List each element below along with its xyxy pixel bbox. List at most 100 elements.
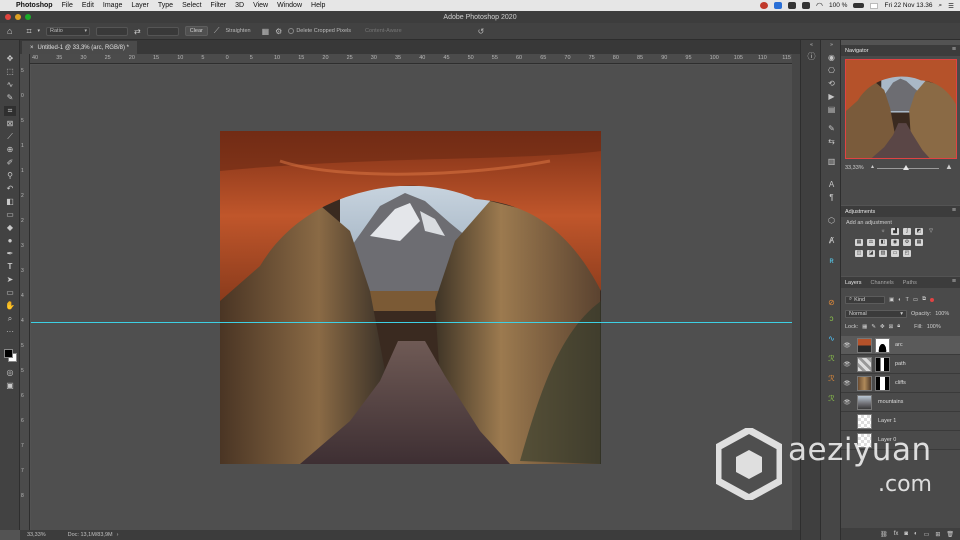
- filter-smart-object-icon[interactable]: ⧉: [922, 296, 926, 303]
- eyedropper-tool-icon[interactable]: ⟋: [4, 132, 16, 142]
- horizontal-ruler[interactable]: 40 35 30 25 20 15 10 5 0 5 10 15 20 25 30 35 40 45 50 55 60 6…: [30, 54, 800, 64]
- style-icon-3[interactable]: ∿: [826, 334, 837, 343]
- layer-name[interactable]: path: [895, 361, 906, 367]
- invert-icon[interactable]: ◫: [855, 250, 863, 257]
- gradient-tool-icon[interactable]: ▭: [4, 210, 16, 220]
- layer-mask-thumbnail[interactable]: [875, 375, 890, 391]
- frame-tool-icon[interactable]: ⊠: [4, 119, 16, 129]
- clone-source-icon[interactable]: ⇆: [826, 137, 837, 146]
- overlay-grid-icon[interactable]: ▦: [262, 27, 270, 36]
- style-icon-2[interactable]: ↄ: [826, 314, 837, 323]
- crop-height-input[interactable]: [146, 26, 179, 36]
- layer-thumbnail[interactable]: [857, 375, 872, 391]
- control-center-icon[interactable]: ☰: [948, 2, 954, 10]
- channel-mixer-icon[interactable]: ⚙: [903, 239, 911, 246]
- menu-3d[interactable]: 3D: [235, 2, 244, 9]
- visibility-eye-icon[interactable]: 👁︎: [841, 361, 853, 368]
- creative-cloud-icon[interactable]: [760, 2, 769, 9]
- layer-thumbnail[interactable]: [857, 394, 872, 410]
- levels-icon[interactable]: ▟: [891, 228, 899, 235]
- layer-thumbnail[interactable]: [857, 413, 872, 429]
- exposure-icon[interactable]: ◩: [915, 228, 923, 235]
- close-window-button[interactable]: [5, 14, 11, 20]
- navigator-preview[interactable]: [845, 59, 957, 159]
- straighten-label[interactable]: Straighten: [226, 28, 251, 34]
- layer-row-arc[interactable]: 👁︎ arc: [841, 336, 960, 355]
- eraser-tool-icon[interactable]: ◧: [4, 197, 16, 207]
- healing-brush-tool-icon[interactable]: ⊕: [4, 145, 16, 155]
- delete-cropped-checkbox[interactable]: [288, 28, 295, 34]
- layers-panel-header[interactable]: Layers Channels Paths ≡: [841, 277, 960, 288]
- crop-tool-icon[interactable]: ⌗: [4, 106, 16, 116]
- new-layer-icon[interactable]: ⊞: [935, 531, 940, 538]
- content-aware-label[interactable]: Content-Aware: [365, 28, 402, 34]
- layer-name[interactable]: cliffs: [895, 380, 906, 386]
- zoom-in-icon[interactable]: ▲: [945, 162, 953, 171]
- gradient-map-icon[interactable]: ▭: [891, 250, 899, 257]
- layer-mask-thumbnail[interactable]: [875, 356, 890, 372]
- screen-icon[interactable]: [802, 2, 811, 9]
- straighten-icon[interactable]: ⟋: [214, 26, 220, 36]
- lock-position-icon[interactable]: ✥: [880, 324, 885, 330]
- navigator-zoom-slider-handle[interactable]: [903, 165, 909, 170]
- fx-icon[interactable]: fx: [894, 531, 899, 537]
- filter-adjustment-icon[interactable]: ◐: [898, 297, 901, 303]
- layer-name[interactable]: Layer 1: [878, 418, 896, 424]
- dropbox-icon[interactable]: [774, 2, 783, 9]
- vertical-ruler[interactable]: 5 0 5 1 1 2 2 3 3 4 4 5 5 6 6 7 7 8: [20, 54, 30, 530]
- libraries-icon[interactable]: ▤: [826, 105, 837, 114]
- menu-select[interactable]: Select: [182, 2, 201, 9]
- style-icon-1[interactable]: ⊘: [826, 298, 837, 307]
- lock-transparency-icon[interactable]: ▦: [862, 324, 867, 330]
- menu-filter[interactable]: Filter: [211, 2, 227, 9]
- trash-icon[interactable]: 🗑︎: [946, 531, 954, 538]
- layer-thumbnail[interactable]: [857, 337, 872, 353]
- hue-saturation-icon[interactable]: ▦: [855, 239, 863, 246]
- layer-mask-thumbnail[interactable]: [875, 337, 890, 353]
- navigator-panel-header[interactable]: Navigator ≡: [841, 45, 960, 56]
- black-white-icon[interactable]: ◧: [879, 239, 887, 246]
- rectangle-tool-icon[interactable]: ▭: [4, 288, 16, 298]
- style-icon-5[interactable]: ℛ: [826, 374, 837, 383]
- menu-window[interactable]: Window: [277, 2, 302, 9]
- history-icon[interactable]: ⟲: [826, 79, 837, 88]
- history-brush-tool-icon[interactable]: ↶: [4, 184, 16, 194]
- path-selection-tool-icon[interactable]: ➤: [4, 275, 16, 285]
- new-adjustment-icon[interactable]: ◐: [914, 531, 918, 537]
- style-icon-4[interactable]: ℛ: [826, 354, 837, 363]
- status-menu-arrow-icon[interactable]: ›: [117, 532, 119, 538]
- pen-tool-icon[interactable]: ✒: [4, 249, 16, 259]
- finland-flag-icon[interactable]: [870, 2, 879, 9]
- brush-tool-icon[interactable]: ✐: [4, 158, 16, 168]
- adjustments-tab[interactable]: Adjustments: [845, 209, 875, 215]
- chevron-down-icon[interactable]: ▾: [38, 28, 41, 34]
- navigator-zoom-value[interactable]: 33,33%: [845, 165, 864, 171]
- swatches-icon[interactable]: ⎔: [826, 66, 837, 75]
- add-mask-icon[interactable]: ◙: [904, 531, 908, 537]
- 3d-icon[interactable]: ⬡: [826, 216, 837, 225]
- vibrance-icon[interactable]: ▽: [927, 228, 935, 235]
- spotlight-icon[interactable]: ⌕: [939, 2, 943, 10]
- threshold-icon[interactable]: ▨: [879, 250, 887, 257]
- quick-mask-icon[interactable]: ◎: [4, 368, 16, 378]
- zoom-out-icon[interactable]: ▴: [871, 163, 874, 170]
- delete-cropped-label[interactable]: Delete Cropped Pixels: [296, 28, 351, 34]
- menu-edit[interactable]: Edit: [82, 2, 94, 9]
- swap-icon[interactable]: ⇄: [134, 27, 141, 36]
- reset-icon[interactable]: ↺: [478, 27, 485, 36]
- crop-ratio-select[interactable]: Ratio ▾: [46, 26, 91, 36]
- menu-file[interactable]: File: [62, 2, 73, 9]
- layer-row-path[interactable]: 👁︎ path: [841, 355, 960, 374]
- menu-layer[interactable]: Layer: [131, 2, 149, 9]
- sync-icon[interactable]: [788, 2, 797, 9]
- zoom-tool-icon[interactable]: ⌕: [4, 314, 16, 324]
- close-tab-icon[interactable]: ×: [30, 45, 34, 51]
- screen-mode-icon[interactable]: ▣: [4, 381, 16, 391]
- paragraph-icon[interactable]: ¶: [826, 193, 837, 202]
- layers-tab[interactable]: Layers: [845, 280, 862, 286]
- battery-icon[interactable]: [853, 3, 865, 8]
- document-tab[interactable]: × Untitled-1 @ 33,3% (arc, RGB/8) *: [22, 41, 137, 54]
- color-lookup-icon[interactable]: ▦: [915, 239, 923, 246]
- lock-pixels-icon[interactable]: ✎: [871, 324, 876, 330]
- document-canvas[interactable]: [220, 131, 601, 464]
